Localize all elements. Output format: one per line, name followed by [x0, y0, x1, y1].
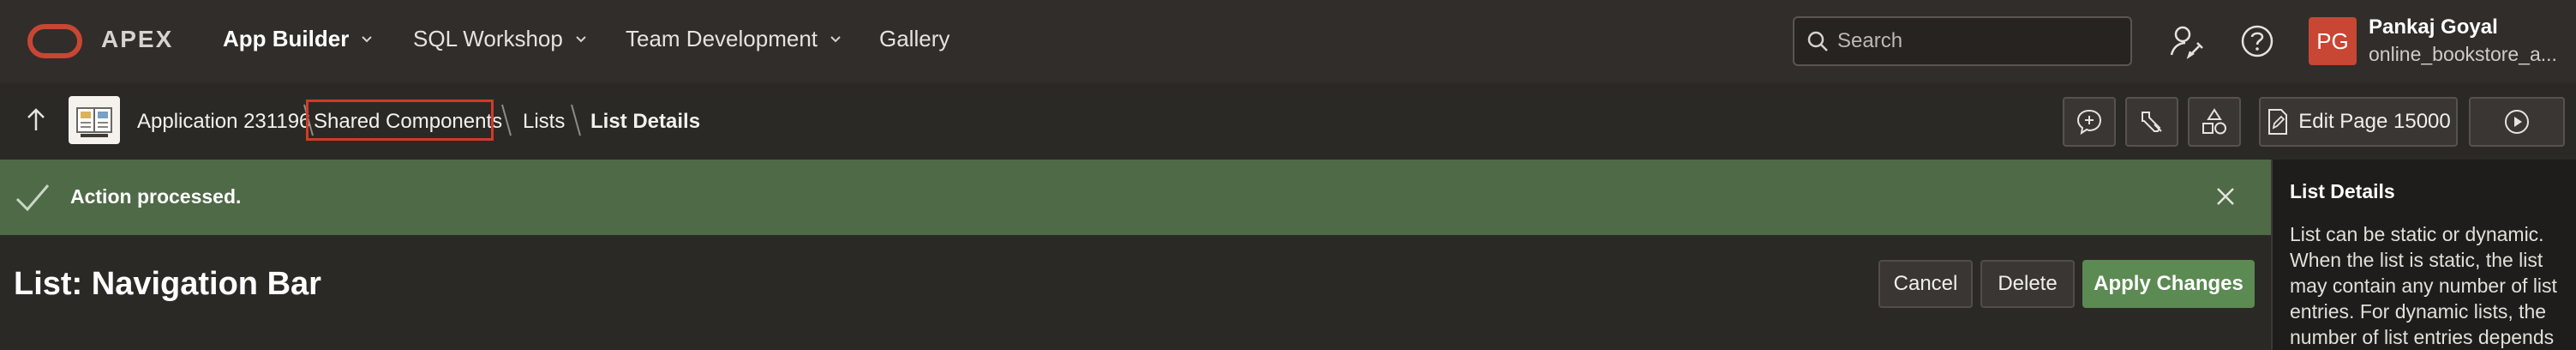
nav-gallery-label: Gallery — [879, 26, 950, 51]
search-input[interactable] — [1836, 28, 2113, 54]
wrench-icon — [2142, 112, 2162, 132]
success-message-text: Action processed. — [70, 185, 242, 208]
nav-team-development-label: Team Development — [626, 26, 818, 51]
help-panel: List Details List can be static or dynam… — [2271, 160, 2576, 350]
help-panel-text: List can be static or dynamic. When the … — [2290, 223, 2557, 348]
add-comment-icon — [2076, 109, 2102, 136]
chevron-down-icon — [576, 35, 586, 42]
shapes-icon — [2202, 108, 2226, 135]
top-navigation-bar: APEX App Builder SQL Workshop Team Devel… — [0, 0, 2576, 82]
highlight-box — [306, 100, 494, 141]
cancel-button[interactable]: Cancel — [1878, 260, 1973, 308]
edit-page-label: Edit Page 15000 — [2298, 110, 2451, 133]
breadcrumb-list-details: List Details — [590, 110, 701, 133]
play-icon — [2505, 110, 2529, 134]
book-icon — [76, 107, 112, 137]
oracle-logo-icon[interactable] — [27, 24, 82, 58]
nav-app-builder[interactable]: App Builder — [223, 26, 373, 52]
close-icon[interactable] — [2213, 184, 2238, 209]
add-comment-button[interactable] — [2063, 97, 2116, 147]
help-icon[interactable] — [2238, 22, 2276, 60]
apply-changes-button[interactable]: Apply Changes — [2082, 260, 2255, 308]
search-icon — [1807, 31, 1828, 51]
nav-gallery[interactable]: Gallery — [879, 26, 950, 52]
breadcrumb-separator — [571, 104, 581, 136]
application-icon[interactable] — [69, 96, 120, 144]
delete-button[interactable]: Delete — [1980, 260, 2075, 308]
page-title: List: Navigation Bar — [14, 266, 321, 302]
help-panel-title: List Details — [2290, 180, 2395, 202]
up-arrow-icon[interactable] — [24, 106, 48, 134]
avatar[interactable]: PG — [2309, 17, 2357, 65]
breadcrumb-lists[interactable]: Lists — [523, 110, 565, 134]
breadcrumb-separator — [501, 104, 512, 136]
run-page-button[interactable] — [2469, 97, 2565, 147]
administration-icon[interactable] — [2168, 22, 2206, 60]
edit-page-button[interactable]: Edit Page 15000 — [2259, 97, 2458, 147]
chevron-down-icon — [830, 35, 841, 42]
developer-toolbar-button[interactable] — [2125, 97, 2178, 147]
checkmark-icon — [15, 184, 50, 212]
nav-team-development[interactable]: Team Development — [626, 26, 842, 52]
user-workspace[interactable]: online_bookstore_a... — [2369, 43, 2557, 66]
success-message: Action processed. — [0, 160, 2271, 235]
nav-sql-workshop-label: SQL Workshop — [413, 26, 563, 51]
breadcrumb-bar: Application 231196 Shared Components Lis… — [0, 82, 2576, 160]
edit-page-icon — [2268, 109, 2288, 135]
user-name[interactable]: Pankaj Goyal — [2369, 15, 2498, 39]
shared-components-button[interactable] — [2188, 97, 2241, 147]
search-box[interactable] — [1793, 16, 2132, 66]
chevron-down-icon — [362, 35, 373, 42]
apex-brand[interactable]: APEX — [101, 26, 173, 53]
nav-sql-workshop[interactable]: SQL Workshop — [413, 26, 587, 52]
nav-app-builder-label: App Builder — [223, 26, 350, 51]
breadcrumb-application[interactable]: Application 231196 — [137, 110, 310, 134]
